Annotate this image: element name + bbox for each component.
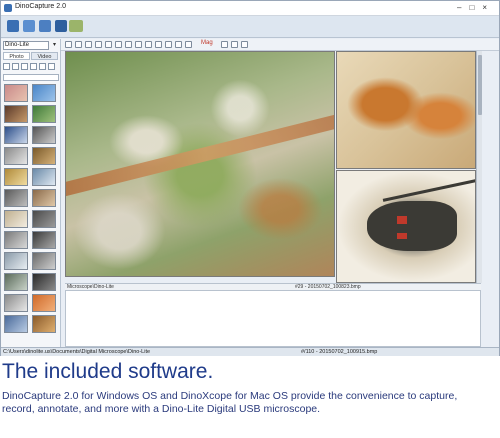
thumbnail[interactable]: [4, 273, 28, 291]
zoom-in-icon[interactable]: [221, 41, 228, 48]
pointer-tool-icon[interactable]: [65, 41, 72, 48]
selected-file: #/110 - 20150702_100915.bmp: [301, 349, 378, 355]
preview-thumbnail-icon[interactable]: [69, 20, 83, 32]
text-tool-icon[interactable]: [115, 41, 122, 48]
search-input[interactable]: [3, 74, 59, 81]
notes-pane[interactable]: [65, 290, 481, 347]
zoom-out-icon[interactable]: [231, 41, 238, 48]
thumbnail[interactable]: [32, 84, 56, 102]
polygon-tool-icon[interactable]: [135, 41, 142, 48]
title-bar: DinoCapture 2.0 –□×: [1, 1, 499, 16]
scroll-thumb[interactable]: [478, 55, 482, 115]
insect-body: [367, 201, 457, 251]
angle-tool-icon[interactable]: [105, 41, 112, 48]
minimize-icon[interactable]: –: [457, 3, 469, 12]
vertical-scrollbar[interactable]: [476, 51, 482, 283]
thumbnail[interactable]: [4, 105, 28, 123]
grid-tool-icon[interactable]: [165, 41, 172, 48]
color-tool-icon[interactable]: [175, 41, 182, 48]
left-panel: Dino-Lite ▾ Photo Video: [1, 39, 61, 347]
folder-path: C:\Users\dinolite.us\Documents\Digital M…: [3, 349, 151, 355]
thumbnail[interactable]: [4, 210, 28, 228]
line-tool-icon[interactable]: [75, 41, 82, 48]
ribbon: [1, 16, 499, 38]
font-tool-icon[interactable]: [185, 41, 192, 48]
thumbnail-grid: [4, 84, 58, 342]
fit-icon[interactable]: [241, 41, 248, 48]
section-description: DinoCapture 2.0 for Windows OS and DinoX…: [2, 390, 458, 415]
copy-icon[interactable]: [30, 63, 37, 70]
insect-marking: [397, 233, 407, 239]
thumbnail[interactable]: [4, 126, 28, 144]
folder-icon[interactable]: [23, 20, 35, 32]
open-icon[interactable]: [12, 63, 19, 70]
zoom-icon[interactable]: [55, 20, 67, 32]
measure-tool-icon[interactable]: [145, 41, 152, 48]
gallery-toolbar: [3, 62, 59, 72]
thumbnail[interactable]: [4, 231, 28, 249]
thumbnail[interactable]: [32, 231, 56, 249]
thumbnail[interactable]: [32, 168, 56, 186]
media-tabs: Photo Video: [3, 52, 59, 60]
insect-marking: [397, 216, 407, 224]
tab-video[interactable]: Video: [31, 52, 58, 60]
close-icon[interactable]: ×: [482, 3, 495, 12]
camera-icon[interactable]: [7, 20, 19, 32]
arrow-tool-icon[interactable]: [125, 41, 132, 48]
thumbnail[interactable]: [4, 252, 28, 270]
thumbnail[interactable]: [32, 315, 56, 333]
maximize-icon[interactable]: □: [469, 3, 482, 12]
window-controls[interactable]: –□×: [457, 3, 495, 12]
email-icon[interactable]: [39, 63, 46, 70]
thumbnail[interactable]: [32, 294, 56, 312]
app-window: DinoCapture 2.0 –□× Mag Dino-Lite ▾ Phot…: [0, 0, 500, 356]
thumbnail[interactable]: [32, 147, 56, 165]
specimen-stem: [66, 110, 334, 198]
thumbnail[interactable]: [4, 84, 28, 102]
insect-antenna: [382, 179, 475, 202]
camera-select[interactable]: Dino-Lite: [3, 41, 49, 50]
circle-tool-icon[interactable]: [95, 41, 102, 48]
settings-icon[interactable]: [39, 20, 51, 32]
chevron-down-icon[interactable]: ▾: [50, 41, 59, 50]
app-icon: [4, 4, 12, 12]
window-title: DinoCapture 2.0: [15, 3, 66, 10]
magnification-label[interactable]: Mag: [201, 40, 213, 46]
snapshot-insect[interactable]: [336, 170, 476, 283]
thumbnail[interactable]: [32, 126, 56, 144]
new-folder-icon[interactable]: [3, 63, 10, 70]
drawing-toolbar: Mag: [61, 39, 499, 51]
print-icon[interactable]: [48, 63, 55, 70]
thumbnail[interactable]: [4, 189, 28, 207]
thumbnail[interactable]: [4, 147, 28, 165]
thumbnail[interactable]: [4, 168, 28, 186]
calibrate-tool-icon[interactable]: [155, 41, 162, 48]
image-status-strip: Microscope\Dino-Lite #29 - 20150702_1008…: [65, 283, 481, 290]
section-headline: The included software.: [2, 360, 214, 383]
snapshot-fossil[interactable]: [336, 51, 476, 169]
tab-photo[interactable]: Photo: [3, 52, 30, 60]
thumbnail[interactable]: [32, 273, 56, 291]
thumbnail[interactable]: [32, 105, 56, 123]
main-live-view[interactable]: [65, 51, 335, 277]
thumbnail[interactable]: [32, 252, 56, 270]
thumbnail[interactable]: [32, 210, 56, 228]
thumbnail[interactable]: [4, 294, 28, 312]
status-bar: C:\Users\dinolite.us\Documents\Digital M…: [1, 347, 499, 356]
delete-icon[interactable]: [21, 63, 28, 70]
rectangle-tool-icon[interactable]: [85, 41, 92, 48]
thumbnail[interactable]: [32, 189, 56, 207]
thumbnail[interactable]: [4, 315, 28, 333]
